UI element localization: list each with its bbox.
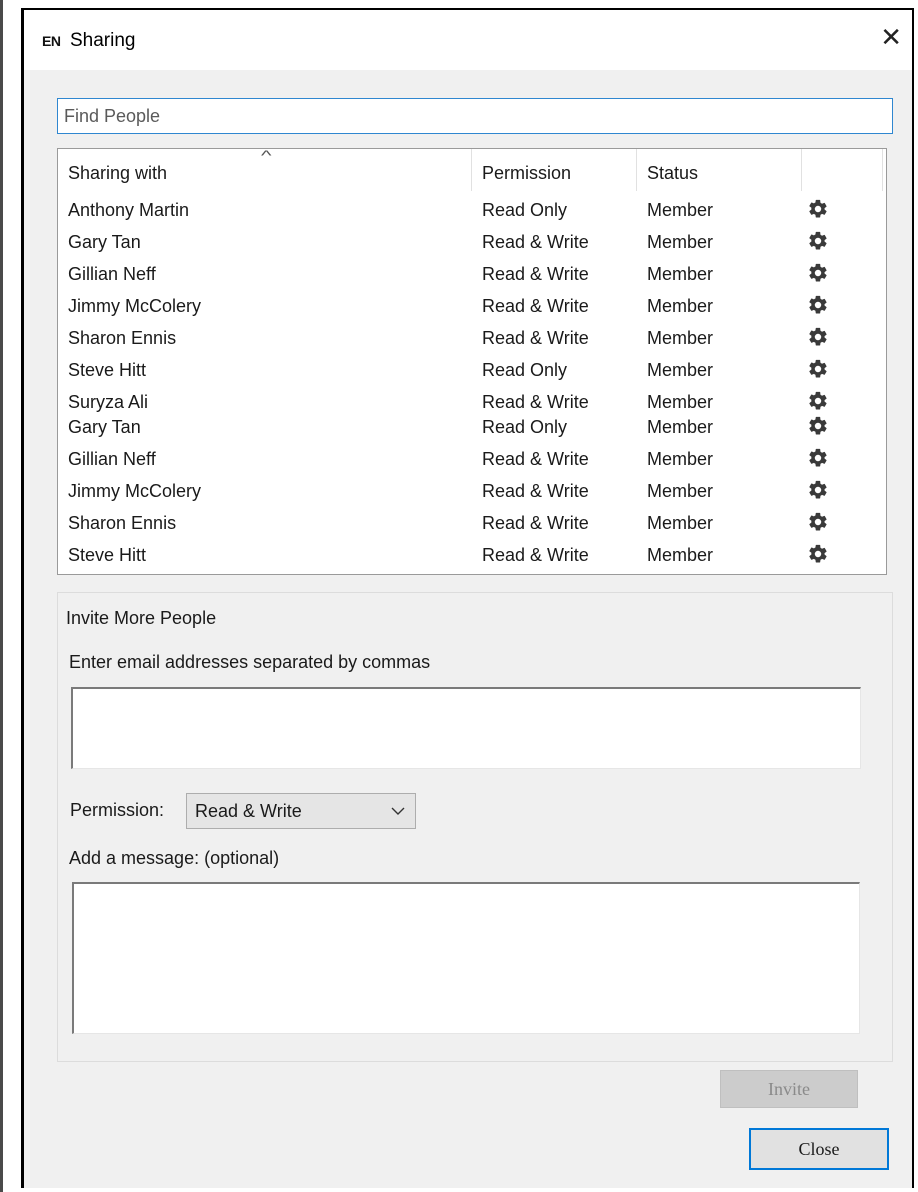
member-permission: Read Only (482, 360, 568, 380)
member-status: Member (647, 232, 714, 252)
member-permission: Read & Write (482, 545, 589, 565)
message-label: Add a message: (optional) (69, 848, 280, 868)
chevron-down-icon (391, 807, 405, 815)
member-status: Member (647, 481, 714, 501)
member-name: Sharon Ennis (68, 328, 177, 348)
table-row[interactable]: Gary Tan Read Only Member (58, 412, 886, 442)
gear-icon[interactable] (807, 294, 829, 316)
member-permission: Read Only (482, 417, 568, 437)
column-divider[interactable] (882, 149, 883, 191)
column-header-status[interactable]: Status (647, 163, 698, 184)
member-status: Member (647, 392, 714, 412)
member-name: Jimmy McColery (68, 296, 201, 316)
list-header: ^ Sharing with Permission Status (58, 147, 886, 191)
member-status: Member (647, 449, 714, 469)
table-row[interactable]: Steve Hitt Read Only Member (58, 355, 886, 385)
member-permission: Read & Write (482, 513, 589, 533)
email-label: Enter email addresses separated by comma… (69, 652, 431, 672)
app-icon: EN (42, 33, 61, 49)
gear-icon[interactable] (807, 230, 829, 252)
member-permission: Read & Write (482, 296, 589, 316)
member-status: Member (647, 360, 714, 380)
member-status: Member (647, 417, 714, 437)
background-window-edge (0, 0, 3, 1192)
member-status: Member (647, 264, 714, 284)
member-permission: Read & Write (482, 264, 589, 284)
member-status: Member (647, 200, 714, 220)
column-divider[interactable] (801, 149, 802, 191)
member-name: Suryza Ali (68, 392, 149, 412)
permission-select[interactable]: Read & Write (186, 793, 416, 829)
member-name: Gillian Neff (68, 449, 156, 469)
gear-icon[interactable] (807, 198, 829, 220)
gear-icon[interactable] (807, 447, 829, 469)
column-header-permission[interactable]: Permission (482, 163, 571, 184)
member-name: Anthony Martin (68, 200, 190, 220)
member-name: Steve Hitt (68, 360, 147, 380)
column-divider[interactable] (471, 149, 472, 191)
member-name: Gary Tan (68, 417, 141, 437)
member-name: Gillian Neff (68, 264, 156, 284)
table-row[interactable]: Sharon Ennis Read & Write Member (58, 323, 886, 353)
table-row[interactable]: Gillian Neff Read & Write Member (58, 259, 886, 289)
gear-icon[interactable] (807, 511, 829, 533)
sharing-list: ^ Sharing with Permission Status Anthony… (57, 147, 887, 575)
column-header-sharing-with[interactable]: Sharing with (68, 163, 167, 184)
gear-icon[interactable] (807, 358, 829, 380)
invite-group-legend: Invite More People (64, 608, 219, 629)
member-name: Steve Hitt (68, 545, 147, 565)
member-permission: Read & Write (482, 481, 589, 501)
member-status: Member (647, 545, 714, 565)
sharing-dialog: EN Sharing ✕ ^ Sharing with Permission S… (21, 8, 914, 1188)
table-row[interactable]: Jimmy McColery Read & Write Member (58, 291, 886, 321)
gear-icon[interactable] (807, 415, 829, 437)
close-icon[interactable]: ✕ (880, 24, 902, 50)
title-bar: EN Sharing ✕ (24, 10, 912, 70)
gear-icon[interactable] (807, 390, 829, 412)
member-permission: Read & Write (482, 232, 589, 252)
dialog-title: Sharing (70, 30, 136, 51)
sort-ascending-icon: ^ (261, 147, 272, 163)
message-field[interactable] (72, 882, 860, 1034)
table-row[interactable]: Anthony Martin Read Only Member (58, 195, 886, 225)
gear-icon[interactable] (807, 543, 829, 565)
member-name: Jimmy McColery (68, 481, 201, 501)
table-row[interactable]: Gillian Neff Read & Write Member (58, 444, 886, 474)
gear-icon[interactable] (807, 326, 829, 348)
find-people-input[interactable] (57, 98, 893, 134)
member-permission: Read & Write (482, 328, 589, 348)
permission-select-value: Read & Write (195, 801, 302, 821)
member-permission: Read & Write (482, 392, 589, 412)
column-divider[interactable] (636, 149, 637, 191)
member-name: Sharon Ennis (68, 513, 177, 533)
gear-icon[interactable] (807, 262, 829, 284)
close-button[interactable]: Close (749, 1128, 889, 1170)
member-status: Member (647, 296, 714, 316)
member-status: Member (647, 513, 714, 533)
member-permission: Read & Write (482, 449, 589, 469)
permission-label: Permission: (70, 800, 165, 820)
table-row[interactable]: Gary Tan Read & Write Member (58, 227, 886, 257)
gear-icon[interactable] (807, 479, 829, 501)
member-name: Gary Tan (68, 232, 141, 252)
invite-button[interactable]: Invite (720, 1070, 858, 1108)
email-addresses-field[interactable] (71, 687, 861, 769)
table-row[interactable]: Steve Hitt Read & Write Member (58, 540, 886, 570)
table-row[interactable]: Jimmy McColery Read & Write Member (58, 476, 886, 506)
member-status: Member (647, 328, 714, 348)
table-row[interactable]: Sharon Ennis Read & Write Member (58, 508, 886, 538)
member-permission: Read Only (482, 200, 568, 220)
